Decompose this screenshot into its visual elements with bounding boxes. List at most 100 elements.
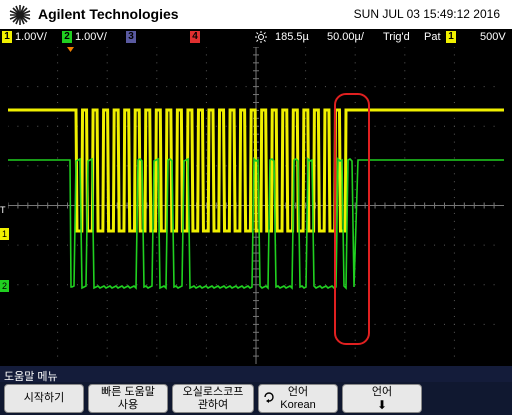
softkey-quick-help[interactable]: 빠른 도움말 사용 [88,384,168,413]
grid-dot [47,125,49,127]
grid-dot [354,46,356,48]
grid-dot [57,173,59,175]
grid-dot [305,315,307,317]
ch4-readout[interactable]: 4 [190,31,203,43]
grid-dot [295,323,297,325]
grid-dot [305,46,307,48]
grid-dot [57,125,59,127]
grid-dot [493,86,495,88]
grid-dot [453,86,455,88]
grid-dot [67,125,69,127]
trigger-mode[interactable]: Pat [424,31,441,43]
grid-dot [493,244,495,246]
grid-dot [205,292,207,294]
grid-dot [305,228,307,230]
grid-dot [305,292,307,294]
grid-dot [453,94,455,96]
grid-dot [27,86,29,88]
grid-dot [76,323,78,325]
grid-dot [434,86,436,88]
grid-dot [205,94,207,96]
grid-dot [166,86,168,88]
grid-dot [106,339,108,341]
softkey-bar: 시작하기 빠른 도움말 사용 오실로스코프 관하여 언어 Korean 언어 ⬇ [0,382,512,415]
grid-dot [324,244,326,246]
grid-dot [106,78,108,80]
grid-dot [354,78,356,80]
ch2-scale-readout[interactable]: 2 1.00V/ [62,31,107,43]
grid-dot [305,70,307,72]
grid-dot [483,165,485,167]
grid-dot [404,268,406,270]
grid-dot [57,284,59,286]
grid-dot [76,284,78,286]
grid-dot [493,284,495,286]
grid-dot [315,284,317,286]
grid-dot [57,300,59,302]
grid-dot [57,355,59,357]
grid-dot [205,323,207,325]
grid-dot [17,284,19,286]
grid-dot [106,300,108,302]
grid-dot [106,308,108,310]
grid-dot [463,86,465,88]
grid-dot [275,323,277,325]
grid-dot [176,86,178,88]
grid-dot [384,323,386,325]
grid-dot [384,284,386,286]
grid-dot [245,323,247,325]
rotate-knob-icon [264,392,274,403]
grid-dot [384,165,386,167]
grid-dot [106,284,108,286]
grid-dot [305,347,307,349]
grid-dot [235,125,237,127]
grid-dot [106,276,108,278]
softkey-language-down[interactable]: 언어 ⬇ [342,384,422,413]
softkey-language[interactable]: 언어 Korean [258,384,338,413]
grid-dot [7,86,9,88]
grid-dot [473,323,475,325]
softkey-about-oscilloscope[interactable]: 오실로스코프 관하여 [172,384,254,413]
grid-dot [364,165,366,167]
grid-dot [443,86,445,88]
trigger-position-marker [67,47,74,52]
grid-dot [27,125,29,127]
grid-dot [205,62,207,64]
waveform-display[interactable] [7,46,504,364]
grid-dot [443,284,445,286]
grid-dot [57,244,59,246]
grid-dot [404,220,406,222]
grid-dot [57,268,59,270]
grid-dot [67,86,69,88]
agilent-logo-icon [9,5,31,25]
grid-dot [305,236,307,238]
grid-dot [354,86,356,88]
grid-dot [434,165,436,167]
grid-dot [106,46,108,48]
grid-dot [47,323,49,325]
grid-dot [235,244,237,246]
timebase-readout[interactable]: 185.5µ [255,31,309,43]
trigger-source[interactable]: 1 [446,31,459,43]
grid-dot [126,86,128,88]
grid-dot [57,157,59,159]
grid-dot [57,46,59,48]
grid-dot [67,323,69,325]
grid-dot [453,149,455,151]
time-div-readout[interactable]: 50.00µ/ [327,31,364,43]
softkey-getting-started[interactable]: 시작하기 [4,384,84,413]
ch3-number: 3 [126,31,136,43]
grid-dot [315,86,317,88]
grid-dot [493,323,495,325]
ch3-readout[interactable]: 3 [126,31,139,43]
grid-dot [156,70,158,72]
grid-dot [324,323,326,325]
grid-dot [96,86,98,88]
grid-dot [434,323,436,325]
grid-dot [305,173,307,175]
grid-dot [76,86,78,88]
grid-dot [205,252,207,254]
down-arrow-icon: ⬇ [376,398,388,412]
ch1-scale-readout[interactable]: 1 1.00V/ [2,31,47,43]
ch1-number: 1 [2,31,12,43]
